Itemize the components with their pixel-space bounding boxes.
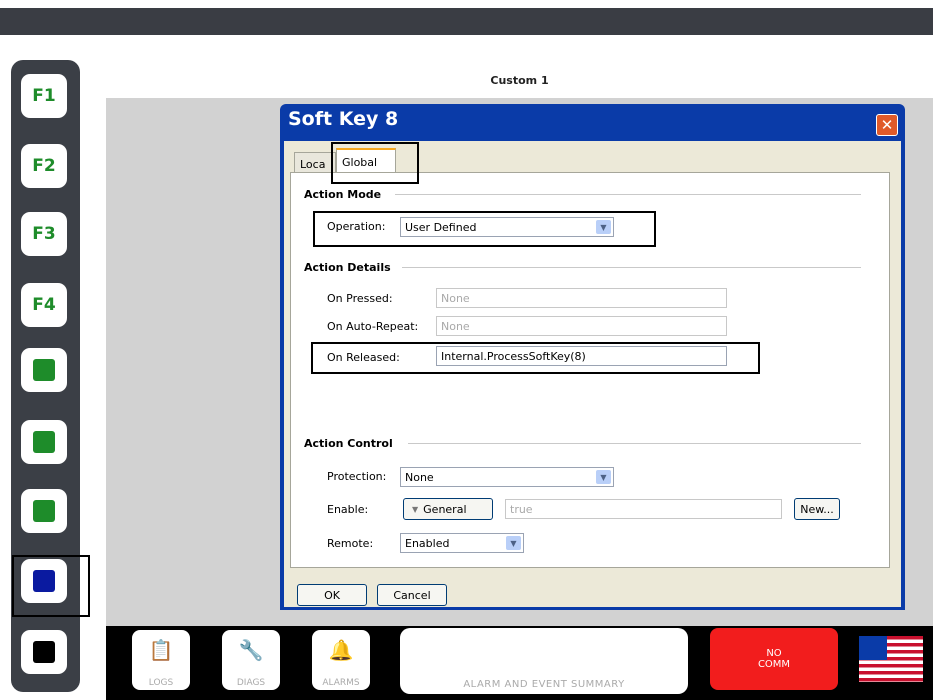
remote-value: Enabled xyxy=(405,537,450,550)
no-comm-line1: NO xyxy=(766,648,782,659)
on-released-highlight xyxy=(311,342,760,374)
soft-key-7[interactable] xyxy=(21,489,67,533)
enable-expression-field[interactable]: true xyxy=(505,499,782,519)
green-square-icon xyxy=(33,431,55,453)
on-auto-repeat-field[interactable]: None xyxy=(436,316,727,336)
black-square-icon xyxy=(33,641,55,663)
soft-key-8-highlight xyxy=(12,555,90,617)
us-flag-icon[interactable] xyxy=(859,636,923,682)
diags-label: DIAGS xyxy=(236,678,266,688)
action-control-heading: Action Control xyxy=(304,437,393,450)
action-details-heading: Action Details xyxy=(304,261,391,274)
summary-label: ALARM AND EVENT SUMMARY xyxy=(463,679,625,690)
on-pressed-label: On Pressed: xyxy=(327,292,393,305)
f3-label: F3 xyxy=(32,224,56,244)
on-auto-repeat-label: On Auto-Repeat: xyxy=(327,320,419,333)
chevron-down-icon: ▼ xyxy=(596,470,611,484)
top-bar xyxy=(0,8,933,35)
f1-key[interactable]: F1 xyxy=(21,74,67,118)
alarms-button[interactable]: 🔔 ALARMS xyxy=(312,630,370,690)
remote-dropdown[interactable]: Enabled ▼ xyxy=(400,533,524,553)
divider xyxy=(395,194,861,195)
protection-value: None xyxy=(405,471,434,484)
alarm-bell-icon: 🔔 xyxy=(328,638,354,662)
remote-label: Remote: xyxy=(327,537,374,550)
action-mode-heading: Action Mode xyxy=(304,188,382,201)
f2-label: F2 xyxy=(32,156,56,176)
no-comm-indicator[interactable]: NO COMM xyxy=(710,628,838,690)
divider xyxy=(402,267,861,268)
enable-mode-label: General xyxy=(423,502,467,516)
close-icon: ✕ xyxy=(880,116,894,134)
f4-label: F4 xyxy=(32,295,56,315)
green-square-icon xyxy=(33,359,55,381)
f3-key[interactable]: F3 xyxy=(21,212,67,256)
chevron-down-icon: ▼ xyxy=(506,536,521,550)
enable-mode-button[interactable]: ▼ General xyxy=(403,498,493,520)
no-comm-line2: COMM xyxy=(757,659,791,670)
diags-icon: 🔧 xyxy=(238,638,264,662)
alarm-event-summary-button[interactable]: ALARM AND EVENT SUMMARY xyxy=(400,628,688,694)
on-pressed-field[interactable]: None xyxy=(436,288,727,308)
screen-title-text: Custom 1 xyxy=(490,73,549,87)
logs-label: LOGS xyxy=(148,678,174,688)
enable-label: Enable: xyxy=(327,503,369,516)
f2-key[interactable]: F2 xyxy=(21,144,67,188)
protection-label: Protection: xyxy=(327,470,387,483)
tab-global-highlight xyxy=(331,142,419,184)
tab-local-label: Loca xyxy=(300,157,326,171)
soft-key-5[interactable] xyxy=(21,348,67,392)
diags-button[interactable]: 🔧 DIAGS xyxy=(222,630,280,690)
green-square-icon xyxy=(33,500,55,522)
divider xyxy=(408,443,861,444)
soft-key-6[interactable] xyxy=(21,420,67,464)
f4-key[interactable]: F4 xyxy=(21,283,67,327)
cancel-button[interactable]: Cancel xyxy=(377,584,447,606)
chevron-down-icon: ▼ xyxy=(412,504,419,514)
alarms-label: ALARMS xyxy=(322,678,360,688)
close-button[interactable]: ✕ xyxy=(876,114,898,136)
protection-dropdown[interactable]: None ▼ xyxy=(400,467,614,487)
logs-button[interactable]: 📋 LOGS xyxy=(132,630,190,690)
ok-button[interactable]: OK xyxy=(297,584,367,606)
operation-highlight xyxy=(313,211,656,247)
soft-key-9[interactable] xyxy=(21,630,67,674)
f1-label: F1 xyxy=(32,86,56,106)
logs-icon: 📋 xyxy=(148,638,174,662)
new-button[interactable]: New... xyxy=(794,498,840,520)
dialog-title: Soft Key 8 xyxy=(288,108,399,130)
screen-title: Custom 1 xyxy=(106,62,933,98)
